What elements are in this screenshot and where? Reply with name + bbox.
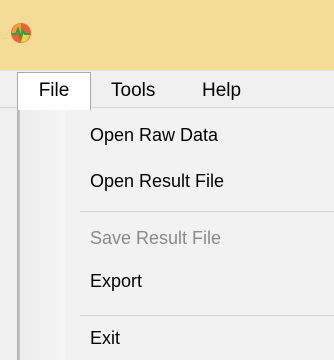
menu-file[interactable]: File [17,72,91,110]
title-bar [0,0,334,70]
menu-separator [80,211,334,212]
menu-tools[interactable]: Tools [111,71,155,108]
menu-bar: File Tools Help [0,70,334,110]
menu-help[interactable]: Help [202,71,241,108]
menu-item-exit[interactable]: Exit [90,323,120,353]
menu-item-open-raw-data[interactable]: Open Raw Data [90,120,218,150]
menu-item-export[interactable]: Export [90,266,142,296]
menu-separator [80,315,334,316]
file-dropdown-menu: Open Raw Data Open Result File Save Resu… [19,108,334,360]
menu-icon-gutter [20,108,66,360]
menu-item-open-result-file[interactable]: Open Result File [90,166,224,196]
app-icon [11,23,31,43]
menu-item-save-result-file: Save Result File [90,228,222,248]
